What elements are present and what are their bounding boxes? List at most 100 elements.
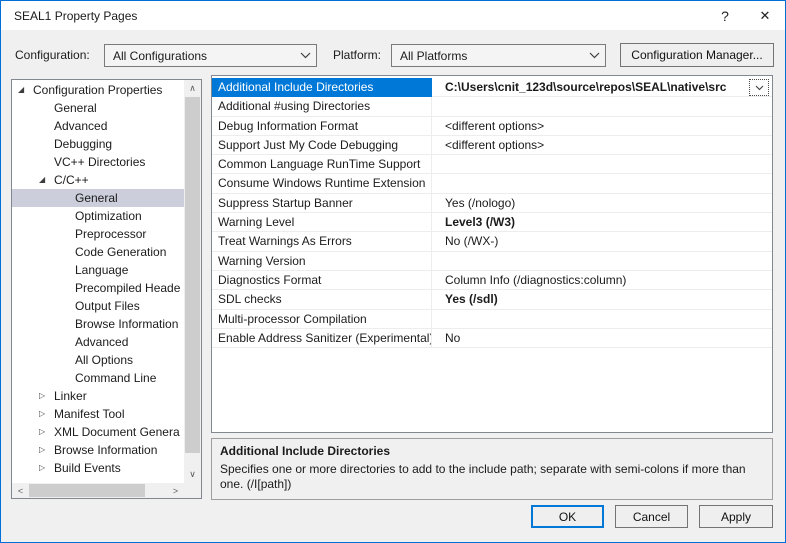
property-row[interactable]: Warning Level Level3 (/W3) <box>212 213 772 233</box>
property-value-text: Yes (/sdl) <box>445 292 498 307</box>
tree-item-label: XML Document Genera <box>54 425 180 439</box>
property-value[interactable]: <different options> <box>432 117 772 136</box>
property-name: Consume Windows Runtime Extension <box>212 174 432 194</box>
tree-item[interactable]: Preprocessor <box>12 225 184 243</box>
tree-item[interactable]: General <box>12 189 184 207</box>
tree-item[interactable]: Code Generation <box>12 243 184 261</box>
tree-item[interactable]: Command Line <box>12 369 184 387</box>
scroll-up-icon[interactable]: ∧ <box>184 80 201 97</box>
tree-expander-icon[interactable]: ▷ <box>39 387 54 405</box>
tree-item[interactable]: VC++ Directories <box>12 153 184 171</box>
tree-item[interactable]: Browse Information <box>12 315 184 333</box>
property-value[interactable]: Column Info (/diagnostics:column) <box>432 271 772 291</box>
property-value[interactable]: Yes (/sdl) <box>432 290 772 310</box>
property-row[interactable]: Suppress Startup Banner Yes (/nologo) <box>212 193 772 214</box>
property-value[interactable] <box>432 174 772 194</box>
title-bar: SEAL1 Property Pages ? ✕ <box>1 1 785 30</box>
tree-expander-icon[interactable]: ▷ <box>39 459 54 477</box>
tree-item[interactable]: ▷ Build Events <box>12 459 184 477</box>
tree-expander-icon[interactable] <box>39 153 54 171</box>
platform-select[interactable]: All Platforms <box>391 44 606 67</box>
property-value[interactable] <box>432 310 772 329</box>
scroll-right-icon[interactable]: > <box>167 483 184 498</box>
tree-expander-icon[interactable] <box>60 369 75 387</box>
property-row[interactable]: Consume Windows Runtime Extension <box>212 174 772 194</box>
tree-expander-icon[interactable]: ◢ <box>18 81 33 99</box>
property-value[interactable]: No (/WX-) <box>432 232 772 252</box>
tree-item[interactable]: ◢ C/C++ <box>12 171 184 189</box>
tree-expander-icon[interactable] <box>60 333 75 351</box>
property-value[interactable]: <different options> <box>432 136 772 156</box>
configuration-manager-button[interactable]: Configuration Manager... <box>620 43 774 67</box>
scrollbar-corner <box>184 483 201 498</box>
tree-expander-icon[interactable] <box>39 135 54 153</box>
tree-expander-icon[interactable]: ▷ <box>39 441 54 459</box>
property-row[interactable]: Additional Include Directories C:\Users\… <box>212 78 772 98</box>
tree-expander-icon[interactable] <box>39 117 54 135</box>
value-dropdown-button[interactable] <box>749 79 769 96</box>
tree-item[interactable]: Debugging <box>12 135 184 153</box>
tree-expander-icon[interactable] <box>60 243 75 261</box>
property-row[interactable]: Warning Version <box>212 251 772 271</box>
tree-expander-icon[interactable] <box>60 189 75 207</box>
tree-expander-icon[interactable] <box>60 279 75 297</box>
tree-item[interactable]: ▷ XML Document Genera <box>12 423 184 441</box>
tree-expander-icon[interactable] <box>60 297 75 315</box>
tree-item[interactable]: Precompiled Heade <box>12 279 184 297</box>
property-value-text: No <box>445 330 461 345</box>
apply-button[interactable]: Apply <box>699 505 773 528</box>
property-row[interactable]: Support Just My Code Debugging <differen… <box>212 135 772 156</box>
close-button[interactable]: ✕ <box>745 1 785 30</box>
property-value[interactable]: Yes (/nologo) <box>432 194 772 214</box>
tree-item[interactable]: Advanced <box>12 333 184 351</box>
tree-item[interactable]: All Options <box>12 351 184 369</box>
property-row[interactable]: Treat Warnings As Errors No (/WX-) <box>212 232 772 252</box>
tree-item[interactable]: Language <box>12 261 184 279</box>
property-row[interactable]: Debug Information Format <different opti… <box>212 116 772 136</box>
property-row[interactable]: Multi-processor Compilation <box>212 309 772 329</box>
tree-expander-icon[interactable] <box>60 207 75 225</box>
tree-expander-icon[interactable] <box>60 261 75 279</box>
tree-item[interactable]: ▷ Browse Information <box>12 441 184 459</box>
tree-item[interactable]: ◢ Configuration Properties <box>12 81 184 99</box>
ok-button[interactable]: OK <box>531 505 604 528</box>
tree-expander-icon[interactable] <box>60 351 75 369</box>
tree-item[interactable]: ▷ Linker <box>12 387 184 405</box>
property-value[interactable] <box>432 155 772 175</box>
property-value[interactable]: C:\Users\cnit_123d\source\repos\SEAL\nat… <box>432 78 772 98</box>
vertical-scroll-thumb[interactable] <box>185 97 200 453</box>
scroll-down-icon[interactable]: ∨ <box>184 466 201 483</box>
scroll-left-icon[interactable]: < <box>12 483 29 498</box>
configuration-select[interactable]: All Configurations <box>104 44 317 67</box>
tree-item-label: Browse Information <box>54 443 158 457</box>
tree-expander-icon[interactable] <box>39 99 54 117</box>
tree-item[interactable]: Output Files <box>12 297 184 315</box>
property-value[interactable]: No <box>432 329 772 349</box>
cancel-button[interactable]: Cancel <box>615 505 688 528</box>
tree-item[interactable]: Optimization <box>12 207 184 225</box>
property-row[interactable]: Common Language RunTime Support <box>212 155 772 175</box>
property-value[interactable] <box>432 97 772 117</box>
property-row[interactable]: Diagnostics Format Column Info (/diagnos… <box>212 270 772 291</box>
tree-horizontal-scrollbar[interactable]: < > <box>12 483 184 498</box>
property-value[interactable] <box>432 252 772 271</box>
tree-expander-icon[interactable]: ▷ <box>39 423 54 441</box>
tree-vertical-scrollbar[interactable]: ∧ ∨ <box>184 80 201 483</box>
tree-expander-icon[interactable]: ▷ <box>39 405 54 423</box>
tree-expander-icon[interactable] <box>60 225 75 243</box>
property-row[interactable]: SDL checks Yes (/sdl) <box>212 290 772 310</box>
tree-item[interactable]: Advanced <box>12 117 184 135</box>
tree-item[interactable]: General <box>12 99 184 117</box>
help-button[interactable]: ? <box>705 1 745 30</box>
tree-expander-icon[interactable]: ◢ <box>39 171 54 189</box>
property-row[interactable]: Additional #using Directories <box>212 97 772 117</box>
tree-expander-icon[interactable] <box>60 315 75 333</box>
platform-label: Platform: <box>333 48 382 62</box>
property-row[interactable]: Enable Address Sanitizer (Experimental) … <box>212 328 772 349</box>
property-name: Enable Address Sanitizer (Experimental) <box>212 328 432 349</box>
tree-item[interactable]: ▷ Manifest Tool <box>12 405 184 423</box>
horizontal-scroll-thumb[interactable] <box>29 484 145 497</box>
property-value[interactable]: Level3 (/W3) <box>432 213 772 233</box>
tree-item-label: All Options <box>75 353 134 367</box>
